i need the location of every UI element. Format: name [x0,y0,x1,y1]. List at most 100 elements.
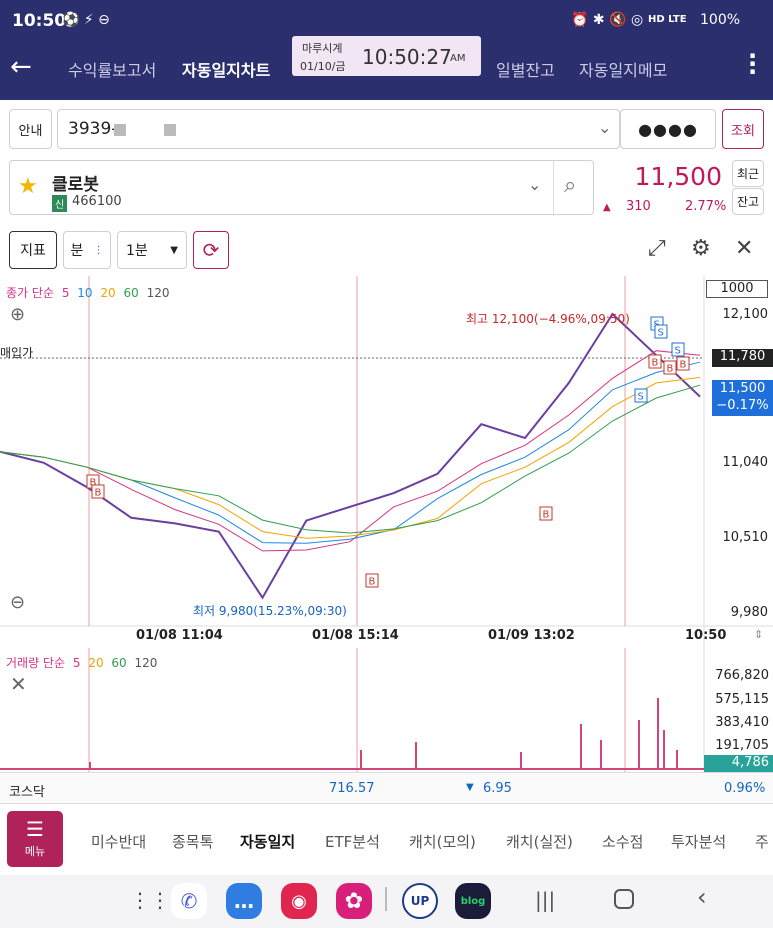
ma-5: 5 [61,286,70,300]
status-time: 10:50 [12,11,67,31]
recent-apps-icon[interactable]: ||| [535,888,555,912]
zoom-in-icon[interactable]: ⊕ [10,304,25,325]
tab-profit-report[interactable]: 수익률보고서 [68,57,156,81]
sell-marker-label: S [658,328,664,339]
system-dock: ⋮⋮ ✆ … ◉ ✿ UP blog ||| ‹ [0,875,773,928]
zoom-out-icon[interactable]: ⊖ [10,592,25,613]
sell-marker-label: S [675,346,681,357]
refresh-icon[interactable]: ⟳ [193,231,229,269]
volume-bar [520,752,522,770]
index-ticker[interactable]: 코스닥 716.57 ▼ 6.95 0.96% [0,772,773,804]
y-tick: 10,510 [722,530,769,545]
volume-bar [657,698,659,770]
flower-app-icon[interactable]: ✿ [336,883,372,919]
ma-legend-prefix: 종가 단순 [6,286,54,300]
menu-tab-more[interactable]: 주 [755,831,769,852]
buy-price-tag: 11,780 [712,349,773,367]
account-number: 3939- [68,119,118,139]
menu-button[interactable]: ☰ 메뉴 [7,811,63,867]
y-tick: 12,100 [722,307,769,322]
balance-button[interactable]: 잔고 [732,188,764,215]
period-button[interactable]: 분 ⋮ [63,231,111,269]
volume-bar [580,724,582,770]
account-mask [114,124,126,136]
guide-button[interactable]: 안내 [9,109,52,149]
volume-current-tag: 4,786 [704,755,773,772]
ma-60: 60 [123,286,139,300]
tab-auto-journal-chart[interactable]: 자동일지차트 [182,57,270,81]
vol-y-tick: 766,820 [715,668,769,683]
tools-icon[interactable]: ✕ [735,236,753,261]
battery-level: 100% [700,12,741,28]
clock-title: 마루시계 [302,42,343,55]
ma-20: 20 [100,286,116,300]
new-listing-badge: 신 [52,195,68,212]
period-label: 분 [70,243,84,259]
more-menu-icon[interactable]: · · · [748,44,757,84]
price-change-pct: 2.77% [685,199,727,214]
blog-app-icon[interactable]: blog [455,883,491,919]
phone-icon[interactable]: ✆ [171,883,207,919]
interval-select[interactable]: 1분 ▼ [117,231,187,269]
blog-app-label: blog [460,895,486,907]
up-app-icon[interactable]: UP [402,883,438,919]
index-pct: 0.96% [724,781,766,796]
account-select[interactable]: 3939- ⌄ [57,109,620,149]
tab-daily-balance[interactable]: 일별잔고 [496,57,555,81]
buy-marker-label: B [369,577,376,588]
low-annotation: 최저 9,980(15.23%,09:30) [193,604,347,618]
back-icon[interactable]: ‹ [697,883,707,911]
menu-tab-stock-talk[interactable]: 종목톡 [172,831,213,852]
maru-clock-widget[interactable]: 마루시계 01/10/금 10:50:27 AM [292,36,481,76]
up-arrow-icon: ▲ [603,202,611,213]
menu-tab-etf-analysis[interactable]: ETF분석 [325,831,380,852]
count-box[interactable]: 1000 [706,280,768,298]
menu-tab-catch-real[interactable]: 캐치(실전) [506,831,573,852]
volume-bar [360,750,362,770]
x-tick: 01/09 13:02 [488,628,575,643]
indicator-button[interactable]: 지표 [9,231,57,269]
volume-bar [415,742,417,770]
star-icon[interactable]: ★ [18,174,38,199]
buy-marker-label: B [680,360,687,371]
volume-bar [638,720,640,770]
vol-ma-60: 60 [111,656,127,670]
vol-legend-prefix: 거래량 단순 [6,656,66,670]
home-icon[interactable] [614,889,634,909]
vol-ma-20: 20 [88,656,104,670]
signal-indicator: HD LTE [648,14,687,25]
account-mask [164,124,176,136]
vol-y-tick: 383,410 [715,715,769,730]
hamburger-icon: ☰ [26,817,44,841]
volume-chart[interactable]: 거래량 단순 5 20 60 120 ✕ 766,820 575,115 383… [0,648,773,772]
query-button[interactable]: 조회 [722,109,764,149]
gear-icon[interactable]: ⚙ [691,236,711,261]
menu-tab-invest-analysis[interactable]: 투자분석 [671,831,726,852]
menu-tab-margin-reverse[interactable]: 미수반대 [91,831,146,852]
volume-bar [663,730,665,770]
scroll-arrows-icon[interactable]: ⇕ [754,628,763,641]
price-chart[interactable]: BBBBBBBSSSS 종가 단순 5 10 20 60 120 ⊕ ⊖ 100… [0,276,773,648]
app-grid-icon[interactable]: ⋮⋮ [130,888,170,912]
price-change: 310 [626,199,651,214]
stock-code: 466100 [72,194,122,209]
current-price: 11,500 [634,162,722,191]
fullscreen-icon[interactable]: ⤢ [648,236,666,261]
recent-button[interactable]: 최근 [732,160,764,187]
high-annotation: 최고 12,100(−4.96%,09:50) [466,312,630,326]
chevron-down-icon: ⌄ [528,175,542,194]
camera-icon[interactable]: ◉ [281,883,317,919]
buy-marker-label: B [652,358,659,369]
tab-auto-journal-memo[interactable]: 자동일지메모 [579,57,667,81]
search-icon[interactable]: ⌕ [564,173,576,198]
stock-select[interactable]: ★ 클로봇 신 466100 ⌄ ⌕ [9,160,594,216]
close-icon[interactable]: ✕ [10,672,27,696]
back-arrow-icon[interactable]: ← [10,52,32,82]
menu-tab-catch-mock[interactable]: 캐치(모의) [409,831,476,852]
ma-line-2 [0,376,701,539]
menu-tab-fractional[interactable]: 소수점 [602,831,643,852]
menu-tab-auto-journal[interactable]: 자동일지 [240,831,295,852]
down-arrow-icon: ▼ [466,782,474,793]
password-field[interactable]: ●●●● [620,109,716,149]
messages-icon[interactable]: … [226,883,262,919]
